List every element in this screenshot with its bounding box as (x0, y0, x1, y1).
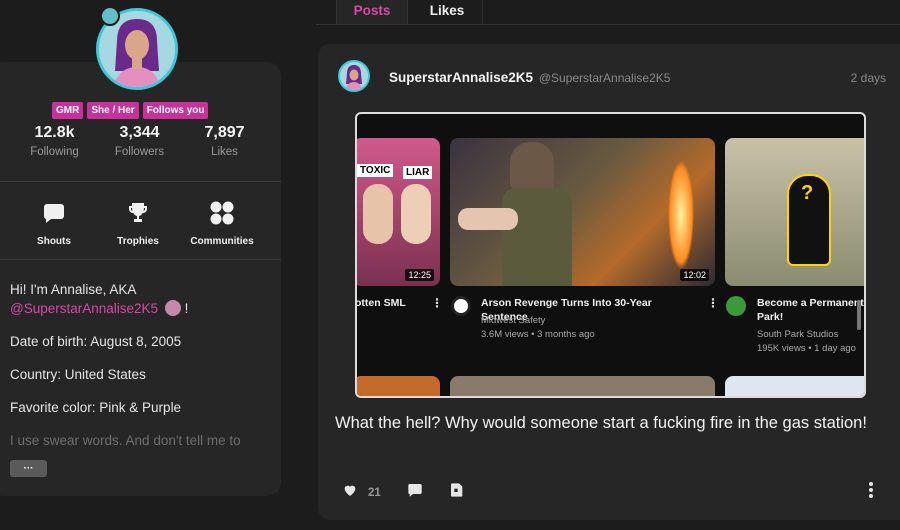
badge-follows-you: Follows you (142, 102, 209, 119)
channel-avatar-icon[interactable] (726, 296, 746, 316)
post-username[interactable]: SuperstarAnnalise2K5 @SuperstarAnnalise2… (389, 70, 670, 85)
video-stats: 195K views • 1 day ago (757, 343, 856, 354)
video-thumbnail[interactable] (725, 376, 864, 396)
video-title[interactable]: otten SML (357, 296, 406, 310)
bio-more-button[interactable]: ··· (10, 460, 47, 477)
video-thumbnail[interactable]: 12:02 (450, 138, 715, 286)
bio-swear: I use swear words. And don't tell me to (10, 433, 241, 448)
badge-pronouns: She / Her (87, 102, 139, 119)
video-channel[interactable]: South Park Studios (757, 328, 838, 342)
video-channel[interactable]: Midwest Safety (481, 314, 545, 328)
bio-handle-link[interactable]: @SuperstarAnnalise2K5 (10, 301, 158, 316)
video-menu-icon[interactable]: ⋮ (707, 296, 719, 310)
stat-likes[interactable]: 7,897 Likes (182, 124, 267, 158)
badge-gmr: GMR (52, 102, 84, 119)
video-thumbnail[interactable] (450, 376, 715, 396)
embed-scrollbar[interactable] (857, 300, 861, 330)
video-duration: 12:02 (680, 269, 709, 281)
tile-communities[interactable]: Communities (180, 200, 264, 247)
tabs-divider (316, 24, 900, 25)
chat-bubble-icon (12, 200, 96, 226)
post-handle: @SuperstarAnnalise2K5 (538, 71, 671, 85)
bio-color: Favorite color: Pink & Purple (10, 400, 182, 415)
channel-avatar-icon[interactable] (451, 296, 471, 316)
video-duration: 12:25 (405, 269, 434, 281)
remix-icon[interactable] (449, 482, 465, 503)
post-text: What the hell? Why would someone start a… (335, 414, 867, 432)
like-count: 21 (368, 486, 381, 499)
comment-icon[interactable] (407, 482, 423, 503)
post-embedded-screenshot[interactable]: TOXIC LIAR 12:25 otten SML ⋮ 12:02 Arson… (355, 112, 866, 398)
profile-tiles: Shouts Trophies Communities (12, 200, 264, 247)
video-title[interactable]: Become a Permanent Park! (757, 296, 864, 324)
avatar-badge-icon (100, 6, 120, 26)
video-thumbnail[interactable]: TOXIC LIAR 12:25 (357, 138, 440, 286)
video-menu-icon[interactable]: ⋮ (431, 296, 443, 310)
profile-card: GMR She / Her Follows you 12.8k Followin… (0, 62, 281, 496)
post-timestamp: 2 days (850, 71, 886, 85)
divider (0, 259, 281, 260)
video-thumbnail[interactable] (357, 376, 440, 396)
stat-followers[interactable]: 3,344 Followers (97, 124, 182, 158)
mini-avatar-icon (164, 300, 181, 316)
bio-dob: Date of birth: August 8, 2005 (10, 334, 182, 349)
profile-stats: 12.8k Following 3,344 Followers 7,897 Li… (12, 124, 267, 158)
communities-icon (180, 200, 264, 226)
tab-posts[interactable]: Posts (336, 0, 408, 24)
thumb-label: LIAR (403, 166, 433, 179)
video-stats: 3.6M views • 3 months ago (481, 329, 595, 340)
bio-country: Country: United States (10, 367, 146, 382)
tile-shouts[interactable]: Shouts (12, 200, 96, 247)
profile-badges: GMR She / Her Follows you (52, 102, 209, 119)
stat-following[interactable]: 12.8k Following (12, 124, 97, 158)
post-card: SuperstarAnnalise2K5 @SuperstarAnnalise2… (318, 44, 900, 520)
thumb-label: TOXIC (357, 164, 394, 177)
heart-icon[interactable] (342, 482, 358, 503)
profile-bio: Hi! I'm Annalise, AKA @SuperstarAnnalise… (10, 280, 269, 464)
bio-intro: Hi! I'm Annalise, AKA @SuperstarAnnalise… (10, 282, 189, 316)
tab-likes[interactable]: Likes (412, 0, 483, 24)
post-more-icon[interactable] (868, 482, 874, 503)
post-actions: 21 (342, 482, 465, 503)
divider (0, 181, 281, 182)
post-avatar[interactable] (338, 60, 370, 92)
tile-trophies[interactable]: Trophies (96, 200, 180, 247)
video-thumbnail[interactable]: ? (725, 138, 864, 286)
trophy-icon (96, 200, 180, 226)
